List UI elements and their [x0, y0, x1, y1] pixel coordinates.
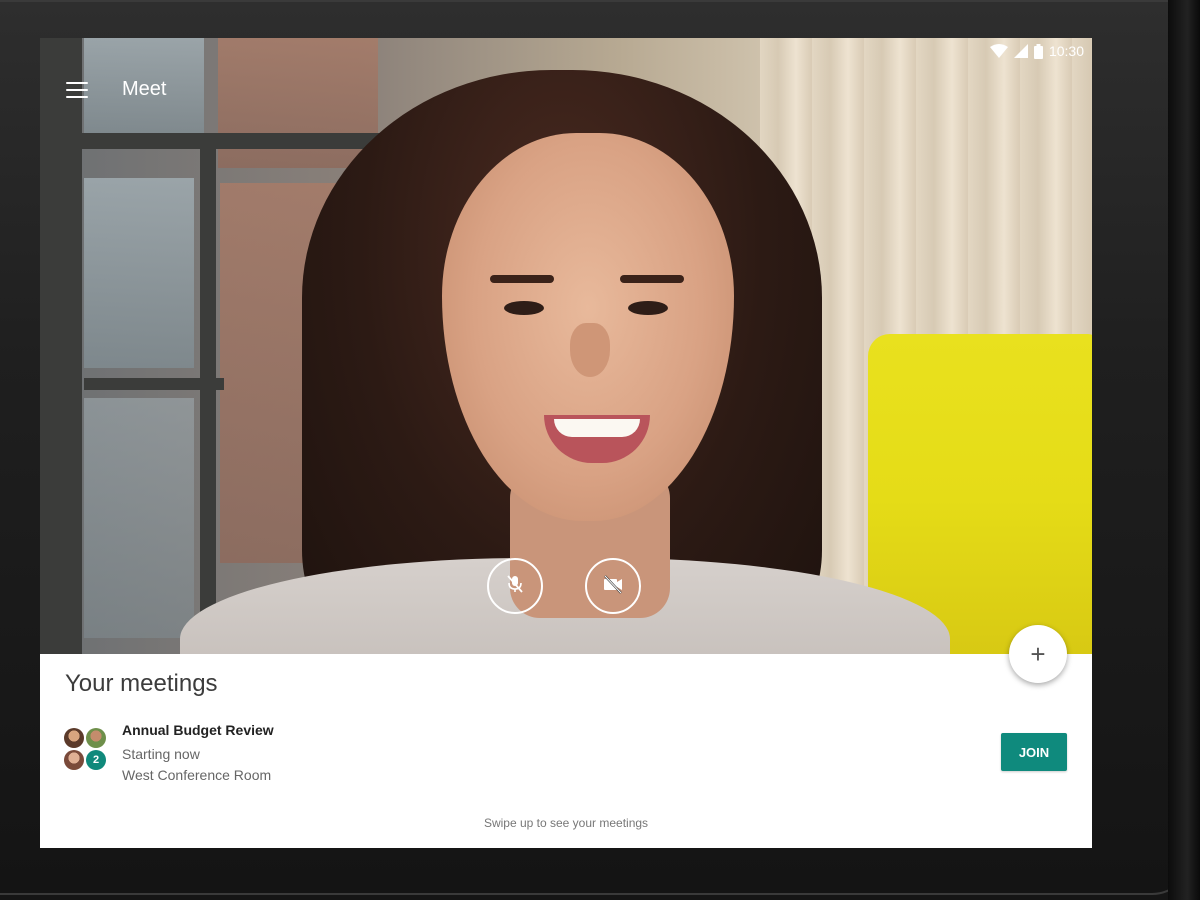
left-eyebrow	[490, 275, 554, 283]
window-frame-left	[40, 38, 82, 654]
window-frame-post	[200, 138, 216, 654]
smile	[544, 415, 650, 463]
battery-icon	[1033, 43, 1043, 59]
left-eye	[504, 301, 544, 315]
teeth	[554, 419, 640, 437]
new-meeting-button[interactable]: +	[1009, 625, 1067, 683]
cell-signal-icon	[1013, 44, 1028, 58]
camera-off-button[interactable]	[585, 558, 641, 614]
window-pane	[84, 178, 194, 368]
tablet-edge	[1168, 0, 1200, 900]
avatar	[64, 728, 84, 748]
swipe-hint: Swipe up to see your meetings	[483, 816, 649, 830]
join-button[interactable]: JOIN	[1001, 733, 1067, 771]
mic-off-icon	[504, 573, 526, 600]
app-title: Meet	[122, 78, 167, 100]
status-time: 10:30	[1048, 43, 1084, 59]
avatar	[64, 750, 84, 770]
mute-mic-button[interactable]	[487, 558, 543, 614]
wifi-icon	[989, 44, 1008, 58]
camera-preview: 10:30 Meet	[40, 38, 1092, 654]
section-title: Your meetings	[65, 670, 218, 697]
window-pane	[84, 398, 194, 638]
avatar	[86, 728, 106, 748]
status-bar: 10:30	[989, 38, 1084, 64]
app-bar: Meet	[66, 78, 166, 101]
window-frame-bar	[84, 378, 224, 390]
window-frame-bar	[40, 133, 400, 149]
tablet-screen: 10:30 Meet + Your meetings 2 Annual Budg…	[40, 38, 1092, 848]
extra-attendees-badge: 2	[86, 750, 106, 770]
meeting-room: West Conference Room	[122, 767, 272, 783]
right-eye	[628, 301, 668, 315]
meeting-title[interactable]: Annual Budget Review	[122, 722, 274, 738]
right-eyebrow	[620, 275, 684, 283]
hamburger-menu-icon[interactable]	[66, 81, 88, 98]
attendee-avatars: 2	[64, 728, 108, 772]
meeting-status: Starting now	[122, 746, 200, 762]
add-icon: +	[1030, 638, 1046, 669]
nose	[570, 323, 610, 377]
camera-off-icon	[602, 573, 624, 600]
